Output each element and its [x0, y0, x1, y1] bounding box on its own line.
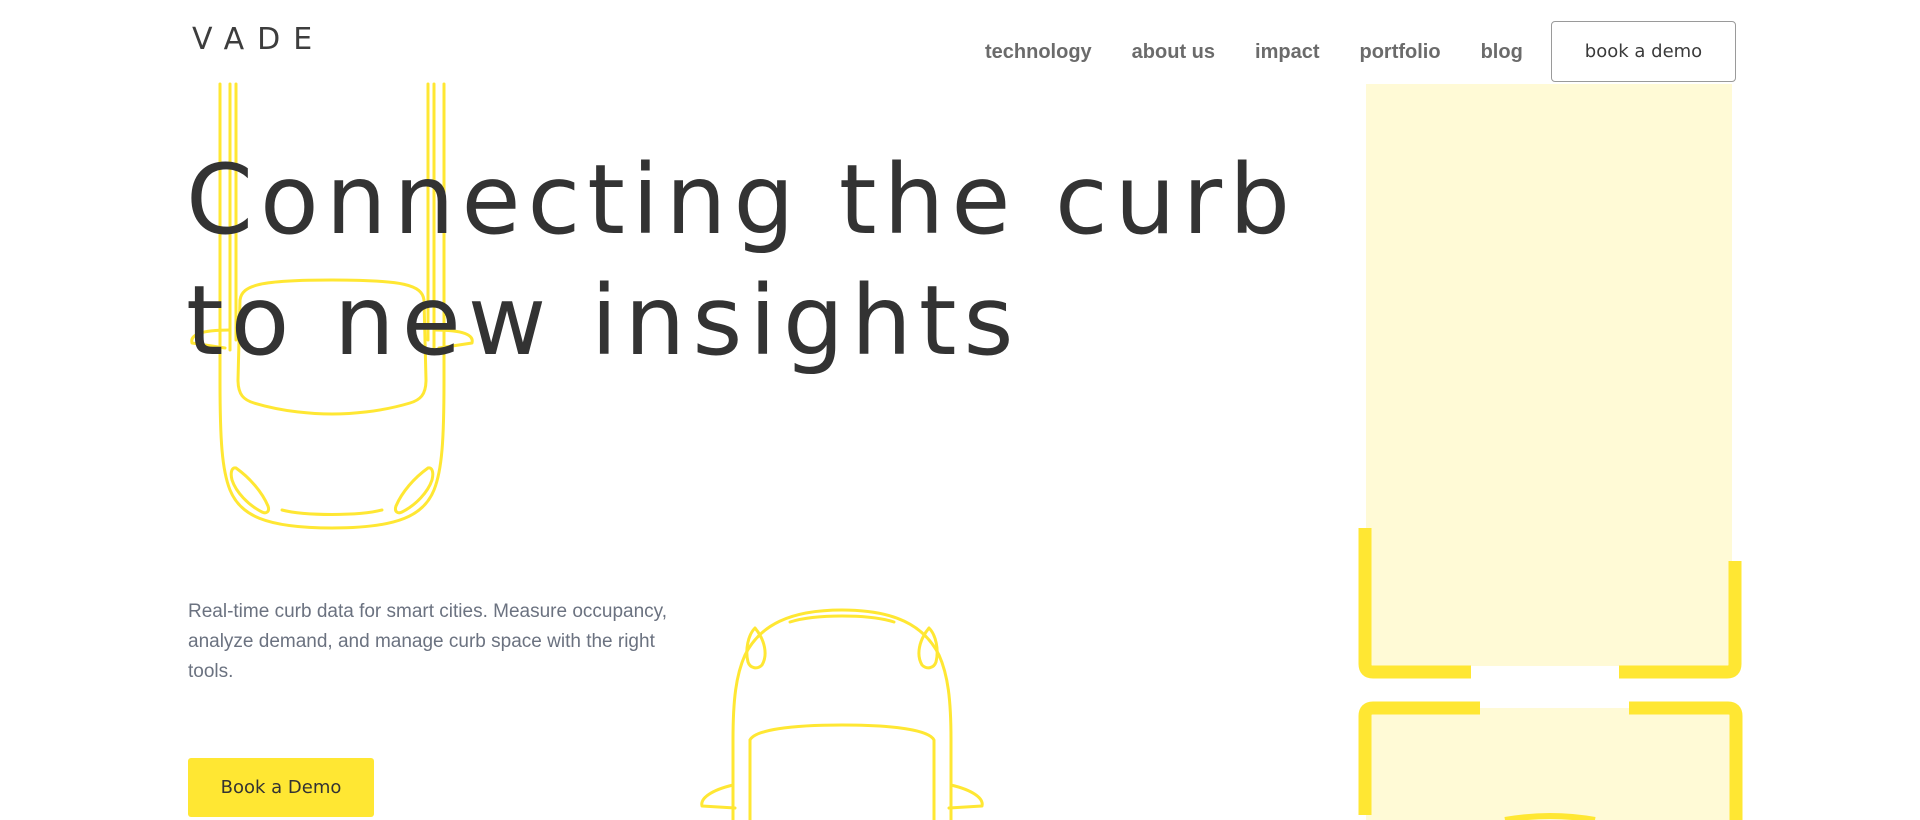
book-demo-header-button[interactable]: book a demo — [1551, 21, 1736, 82]
nav-link-blog[interactable]: blog — [1481, 40, 1523, 64]
hero-headline-line-2: to new insights — [186, 265, 1021, 377]
nav-link-about-us[interactable]: about us — [1132, 40, 1215, 64]
parking-spot-fill — [1366, 84, 1732, 666]
curb-illustration — [190, 82, 1743, 820]
hero-headline-line-1: Connecting the curb — [186, 144, 1297, 256]
hero-headline: Connecting the curb to new insights — [186, 140, 1297, 382]
book-demo-cta-button[interactable]: Book a Demo — [188, 758, 374, 817]
nav-link-impact[interactable]: impact — [1255, 40, 1319, 64]
nav-link-portfolio[interactable]: portfolio — [1359, 40, 1440, 64]
hero-subtext: Real-time curb data for smart cities. Me… — [188, 601, 668, 682]
parking-spot-fill-lower — [1366, 708, 1732, 820]
main-nav: technology about us impact portfolio blo… — [985, 40, 1523, 64]
page: VADE technology about us impact portfoli… — [0, 0, 1920, 820]
nav-link-technology[interactable]: technology — [985, 40, 1092, 64]
vade-logo[interactable]: VADE — [192, 22, 325, 57]
car-illustration-bottom — [700, 608, 984, 820]
